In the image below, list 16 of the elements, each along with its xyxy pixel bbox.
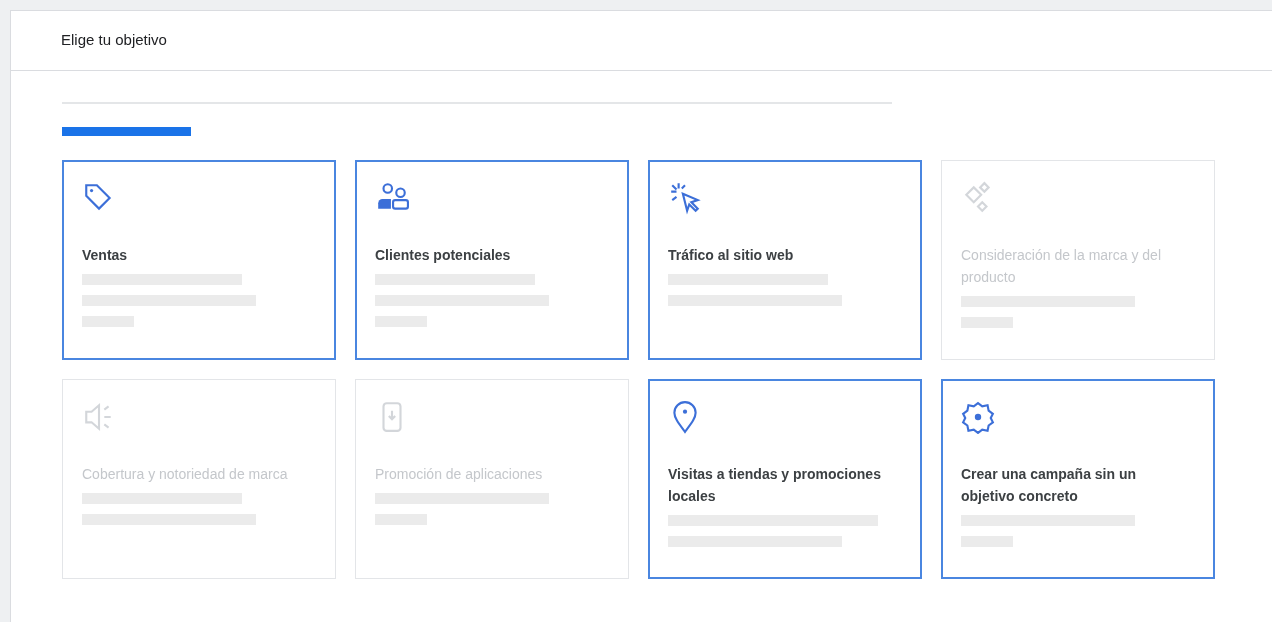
objective-card[interactable]: Clientes potenciales bbox=[355, 160, 629, 360]
gear-icon bbox=[961, 400, 995, 434]
card-title: Promoción de aplicaciones bbox=[375, 465, 544, 484]
objective-card[interactable]: Tráfico al sitio web bbox=[648, 160, 922, 360]
objective-card[interactable]: Visitas a tiendas y promociones locales bbox=[648, 379, 922, 579]
objective-card[interactable]: Ventas bbox=[62, 160, 336, 360]
card-title: Consideración de la marca y del producto bbox=[961, 246, 1162, 287]
card-title: Cobertura y notoriedad de marca bbox=[82, 465, 289, 484]
card-title: Crear una campaña sin un objetivo concreto bbox=[961, 465, 1138, 506]
card-title: Tráfico al sitio web bbox=[668, 246, 795, 265]
card-title: Visitas a tiendas y promociones locales bbox=[668, 465, 882, 506]
cursor-click-icon bbox=[668, 181, 702, 215]
panel-title: Elige tu objetivo bbox=[61, 30, 167, 51]
objective-card[interactable]: Crear una campaña sin un objetivo concreto bbox=[941, 379, 1215, 579]
card-title: Ventas bbox=[82, 246, 129, 265]
card-title: Clientes potenciales bbox=[375, 246, 512, 265]
